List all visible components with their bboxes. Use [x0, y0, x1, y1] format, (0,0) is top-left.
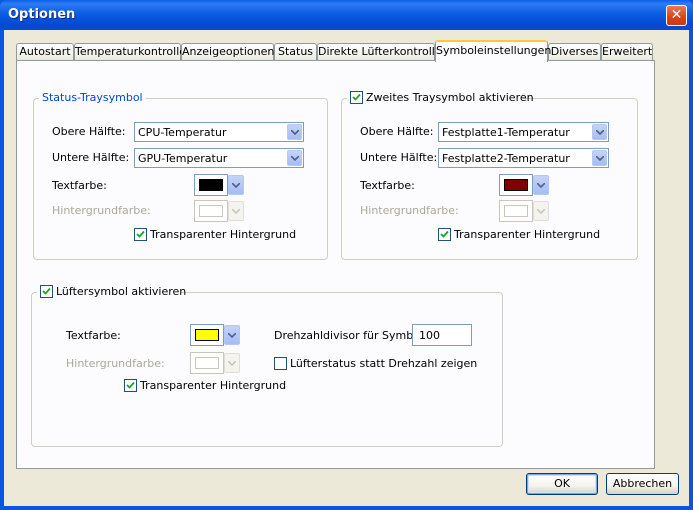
title-bar[interactable]: Optionen ✕: [0, 0, 693, 30]
window-title: Optionen: [8, 7, 76, 22]
fan-text-color-picker[interactable]: [190, 324, 240, 346]
chevron-down-icon[interactable]: [287, 150, 302, 166]
text-color-label: Textfarbe:: [66, 329, 121, 342]
second-tray-label[interactable]: Zweites Traysymbol aktivieren: [366, 91, 534, 104]
swatch-box: [190, 352, 224, 374]
upper-half-select[interactable]: CPU-Temperatur: [134, 122, 304, 142]
chevron-down-icon[interactable]: [592, 124, 607, 140]
checkmark-icon: [42, 287, 51, 295]
tab-anzeigeoptionen[interactable]: Anzeigeoptionen: [181, 43, 274, 61]
tab-label: Erweitert: [602, 45, 653, 58]
tab-symboleinstellungen[interactable]: Symboleinstellungen: [435, 40, 552, 62]
fan-bg-color-picker: [190, 352, 240, 374]
tab-label: Status: [277, 45, 314, 58]
chevron-down-icon[interactable]: [533, 175, 549, 195]
lower-half-select[interactable]: GPU-Temperatur: [134, 148, 304, 168]
text-color-label: Textfarbe:: [360, 179, 415, 192]
bg-color-label: Hintergrundfarbe:: [66, 357, 165, 370]
tab-autostart[interactable]: Autostart: [16, 43, 74, 61]
upper-half-value: CPU-Temperatur: [138, 126, 227, 139]
second-bg-color-picker: [499, 200, 549, 222]
tab-label: Diverses: [550, 45, 599, 58]
chevron-down-icon[interactable]: [228, 175, 244, 195]
status-tray-legend: Status-Traysymbol: [39, 91, 146, 104]
chevron-down-icon[interactable]: [224, 325, 240, 345]
divisor-value: 100: [419, 329, 440, 342]
chevron-down-icon: [533, 201, 549, 221]
close-button[interactable]: ✕: [666, 5, 687, 26]
tab-diverses[interactable]: Diverses: [548, 43, 601, 61]
fan-status-checkbox[interactable]: [274, 357, 287, 370]
chevron-down-icon: [224, 353, 240, 373]
tab-label: Autostart: [19, 45, 71, 58]
swatch-box: [194, 200, 228, 222]
bg-color-picker: [194, 200, 244, 222]
fan-status-label[interactable]: Lüfterstatus statt Drehzahl zeigen: [290, 357, 477, 370]
swatch-box: [499, 174, 533, 196]
tab-label: Temperaturkontrolle: [75, 45, 187, 58]
transparent-bg-label[interactable]: Transparenter Hintergrund: [150, 228, 296, 241]
text-color-swatch: [504, 179, 528, 191]
text-color-swatch: [199, 179, 223, 191]
text-color-swatch: [195, 329, 219, 341]
text-color-picker[interactable]: [194, 174, 244, 196]
second-transparent-bg-checkbox[interactable]: [438, 228, 451, 241]
cancel-button[interactable]: Abbrechen: [606, 473, 679, 495]
fan-symbol-legend[interactable]: Lüftersymbol aktivieren: [37, 285, 186, 299]
second-lower-half-select[interactable]: Festplatte2-Temperatur: [438, 148, 609, 168]
swatch-box: [194, 174, 228, 196]
bg-color-swatch: [504, 205, 528, 217]
swatch-box: [190, 324, 224, 346]
lower-half-label: Untere Hälfte:: [360, 151, 438, 164]
options-window: Optionen ✕ Autostart Temperaturkontrolle…: [0, 0, 693, 510]
ok-label: OK: [554, 477, 570, 490]
chevron-down-icon[interactable]: [592, 150, 607, 166]
bg-color-swatch: [195, 357, 219, 369]
fan-symbol-checkbox[interactable]: [40, 285, 53, 298]
chevron-down-icon: [228, 201, 244, 221]
second-tray-checkbox[interactable]: [350, 91, 363, 104]
second-upper-half-value: Festplatte1-Temperatur: [442, 126, 570, 139]
tab-label: Anzeigeoptionen: [182, 45, 275, 58]
fan-symbol-label[interactable]: Lüftersymbol aktivieren: [56, 285, 186, 298]
swatch-box: [499, 200, 533, 222]
tab-temperaturkontrolle[interactable]: Temperaturkontrolle: [74, 43, 186, 61]
tab-panel-symboleinstellungen: Status-Traysymbol Obere Hälfte: CPU-Temp…: [16, 60, 655, 469]
tab-erweitert[interactable]: Erweitert: [601, 43, 653, 61]
second-transparent-bg-label[interactable]: Transparenter Hintergrund: [454, 228, 600, 241]
checkmark-icon: [352, 93, 361, 101]
lower-half-label: Untere Hälfte:: [52, 151, 130, 164]
status-tray-group: Status-Traysymbol Obere Hälfte: CPU-Temp…: [33, 91, 328, 260]
upper-half-label: Obere Hälfte:: [360, 125, 434, 138]
checkmark-icon: [136, 230, 145, 238]
ok-button[interactable]: OK: [526, 473, 598, 495]
tab-status[interactable]: Status: [274, 43, 317, 61]
transparent-bg-checkbox[interactable]: [134, 228, 147, 241]
second-text-color-picker[interactable]: [499, 174, 549, 196]
second-upper-half-select[interactable]: Festplatte1-Temperatur: [438, 122, 609, 142]
fan-transparent-bg-checkbox[interactable]: [124, 379, 137, 392]
checkmark-icon: [440, 230, 449, 238]
second-tray-group: Zweites Traysymbol aktivieren Obere Hälf…: [341, 91, 638, 260]
divisor-input[interactable]: 100: [412, 324, 472, 346]
bg-color-label: Hintergrundfarbe:: [360, 204, 459, 217]
bg-color-swatch: [199, 205, 223, 217]
checkmark-icon: [126, 381, 135, 389]
lower-half-value: GPU-Temperatur: [138, 152, 228, 165]
dialog-body: Autostart Temperaturkontrolle Anzeigeopt…: [4, 30, 689, 506]
text-color-label: Textfarbe:: [52, 179, 107, 192]
tab-direkte-luefterkontrolle[interactable]: Direkte Lüfterkontrolle: [317, 43, 442, 61]
cancel-label: Abbrechen: [612, 477, 673, 490]
bg-color-label: Hintergrundfarbe:: [52, 204, 151, 217]
tab-label: Symboleinstellungen: [436, 44, 552, 57]
fan-transparent-bg-label[interactable]: Transparenter Hintergrund: [140, 379, 286, 392]
chevron-down-icon[interactable]: [287, 124, 302, 140]
second-tray-legend[interactable]: Zweites Traysymbol aktivieren: [347, 91, 534, 105]
divisor-label: Drehzahldivisor für Symbol:: [274, 329, 427, 342]
upper-half-label: Obere Hälfte:: [52, 125, 126, 138]
close-icon: ✕: [670, 7, 683, 23]
second-lower-half-value: Festplatte2-Temperatur: [442, 152, 570, 165]
fan-symbol-group: Lüftersymbol aktivieren Textfarbe: Drehz…: [31, 285, 503, 447]
tab-label: Direkte Lüfterkontrolle: [318, 45, 442, 58]
